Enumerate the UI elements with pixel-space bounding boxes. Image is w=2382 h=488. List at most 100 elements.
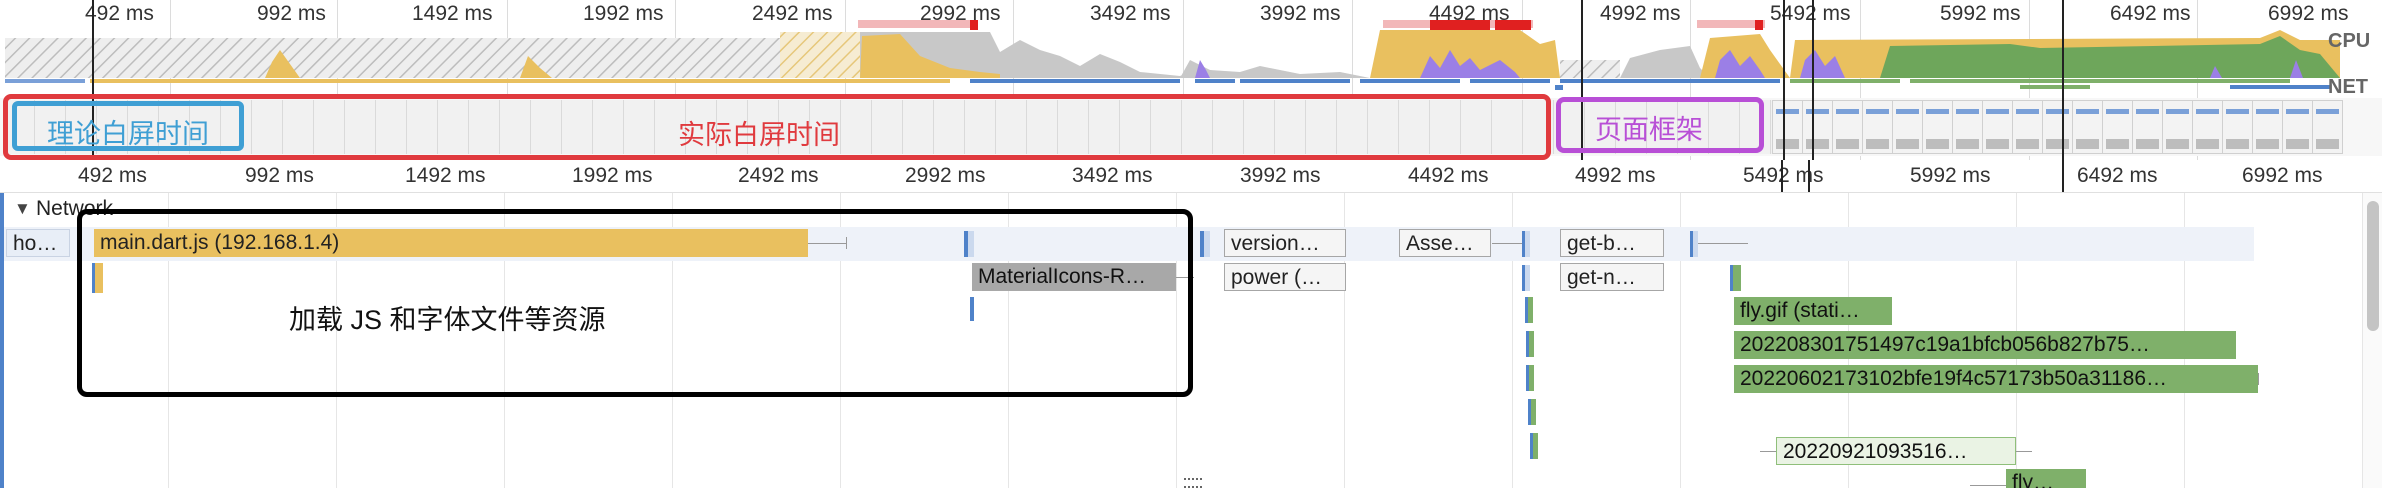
network-request-bar[interactable]: Asse…: [1399, 229, 1491, 257]
thumbnail-header: [2136, 109, 2159, 114]
tick-label: 492 ms: [78, 164, 147, 187]
thumbnail-body: [2226, 139, 2249, 149]
filmstrip-thumbnail[interactable]: [1952, 100, 1983, 154]
filmstrip-thumbnail[interactable]: [1832, 100, 1863, 154]
filmstrip-thumbnail[interactable]: [1982, 100, 2013, 154]
scrollbar-thumb[interactable]: [2367, 201, 2379, 331]
tick-label: 4492 ms: [1408, 164, 1489, 187]
net-request-bar: [1560, 79, 1780, 83]
network-request-bar[interactable]: fly…: [2006, 469, 2086, 488]
thumbnail-body: [2016, 139, 2039, 149]
network-request-bar[interactable]: power (…: [1224, 263, 1346, 291]
selection-marker[interactable]: [1812, 0, 1814, 160]
resize-grip-icon[interactable]: [1184, 478, 1202, 488]
request-queue-marker: [1526, 331, 1534, 357]
filmstrip-thumbnail[interactable]: [2132, 100, 2163, 154]
tick-label: 1492 ms: [405, 164, 486, 187]
thumbnail-header: [1836, 109, 1859, 114]
expand-triangle-icon[interactable]: ▼: [14, 199, 31, 219]
long-task-marker: [1495, 20, 1531, 30]
filmstrip-thumbnail[interactable]: [2252, 100, 2283, 154]
tick-label: 992 ms: [245, 164, 314, 187]
network-request-bar[interactable]: get-n…: [1560, 263, 1664, 291]
request-queue-marker: [1528, 399, 1536, 425]
request-queue-marker: [1522, 231, 1530, 257]
filmstrip-thumbnail[interactable]: [1862, 100, 1893, 154]
tick-label: 2492 ms: [738, 164, 819, 187]
loading-resources-box: 加载 JS 和字体文件等资源: [77, 209, 1193, 397]
long-task-marker: [970, 20, 978, 30]
filmstrip-thumbnail[interactable]: [2102, 100, 2133, 154]
network-request-bar[interactable]: ho…: [6, 229, 70, 257]
filmstrip-thumbnail[interactable]: [1772, 100, 1803, 154]
network-request-bar[interactable]: version…: [1224, 229, 1346, 257]
tick-label: 2992 ms: [905, 164, 986, 187]
filmstrip-thumbnail[interactable]: [2222, 100, 2253, 154]
thumbnail-header: [1896, 109, 1919, 114]
thumbnail-header: [1956, 109, 1979, 114]
net-request-bar: [1195, 79, 1235, 83]
network-request-bar[interactable]: 20220602173102bfe19f4c57173b50a31186…: [1734, 365, 2258, 393]
net-request-bar: [90, 79, 950, 83]
network-request-bar[interactable]: 202208301751497c19a1bfcb056b827b75…: [1734, 331, 2236, 359]
thumbnail-body: [1776, 139, 1799, 149]
tick-label: 1992 ms: [572, 164, 653, 187]
request-queue-marker: [1730, 265, 1741, 291]
filmstrip-thumbnail[interactable]: [2012, 100, 2043, 154]
request-queue-marker: [1690, 231, 1698, 257]
thumbnail-body: [1986, 139, 2009, 149]
network-request-bar[interactable]: fly.gif (stati…: [1734, 297, 1892, 325]
thumbnail-header: [1926, 109, 1949, 114]
thumbnail-body: [2196, 139, 2219, 149]
request-queue-marker: [1526, 365, 1534, 391]
selection-marker[interactable]: [2062, 160, 2064, 192]
long-task-marker: [1430, 20, 1490, 30]
selection-marker[interactable]: [1783, 0, 1785, 160]
tick-label: 4992 ms: [1575, 164, 1656, 187]
filmstrip-thumbnail[interactable]: [2192, 100, 2223, 154]
thumbnail-body: [1956, 139, 1979, 149]
tick-label: 3492 ms: [1072, 164, 1153, 187]
filmstrip-thumbnail[interactable]: [2312, 100, 2343, 154]
net-request-bar: [970, 79, 1180, 83]
selection-marker[interactable]: [1808, 160, 1810, 192]
request-whisker: [1970, 485, 2010, 486]
net-request-bar: [1910, 79, 2290, 83]
page-skeleton-label: 页面框架: [1595, 115, 1703, 145]
net-request-bar: [5, 79, 85, 83]
request-queue-marker: [1525, 297, 1533, 323]
filmstrip-thumbnail[interactable]: [2162, 100, 2193, 154]
network-request-bar[interactable]: 20220921093516…: [1776, 437, 2016, 465]
long-task-marker: [1755, 20, 1763, 30]
actual-white-screen-label: 实际白屏时间: [678, 120, 840, 150]
thumbnail-body: [2136, 139, 2159, 149]
selection-marker[interactable]: [1781, 160, 1783, 192]
thumbnail-header: [2286, 109, 2309, 114]
thumbnail-header: [1866, 109, 1889, 114]
net-lane-label: NET: [2328, 76, 2368, 98]
selection-marker[interactable]: [2062, 0, 2064, 160]
filmstrip-thumbnail[interactable]: [2072, 100, 2103, 154]
request-whisker: [1698, 243, 1748, 244]
net-request-bar: [2020, 85, 2090, 89]
filmstrip-thumbnail[interactable]: [2042, 100, 2073, 154]
filmstrip-thumbnail[interactable]: [2282, 100, 2313, 154]
thumbnail-header: [2196, 109, 2219, 114]
net-request-bar: [1470, 79, 1550, 83]
thumbnail-body: [2286, 139, 2309, 149]
request-whisker: [2016, 451, 2032, 452]
filmstrip-thumbnail[interactable]: [1922, 100, 1953, 154]
thumbnail-body: [2046, 139, 2069, 149]
network-track-scrollbar[interactable]: [2362, 193, 2382, 488]
request-whisker: [1492, 243, 1522, 244]
request-queue-marker: [1200, 231, 1210, 257]
net-request-bar: [1555, 85, 1563, 90]
network-request-bar[interactable]: get-b…: [1560, 229, 1664, 257]
thumbnail-header: [2016, 109, 2039, 114]
loading-resources-label: 加载 JS 和字体文件等资源: [289, 305, 606, 335]
main-time-ruler[interactable]: 492 ms 992 ms 1492 ms 1992 ms 2492 ms 29…: [0, 160, 2382, 193]
request-whisker: [2258, 373, 2259, 385]
filmstrip-thumbnail[interactable]: [1802, 100, 1833, 154]
filmstrip-thumbnail[interactable]: [1892, 100, 1923, 154]
thumbnail-header: [2046, 109, 2069, 114]
